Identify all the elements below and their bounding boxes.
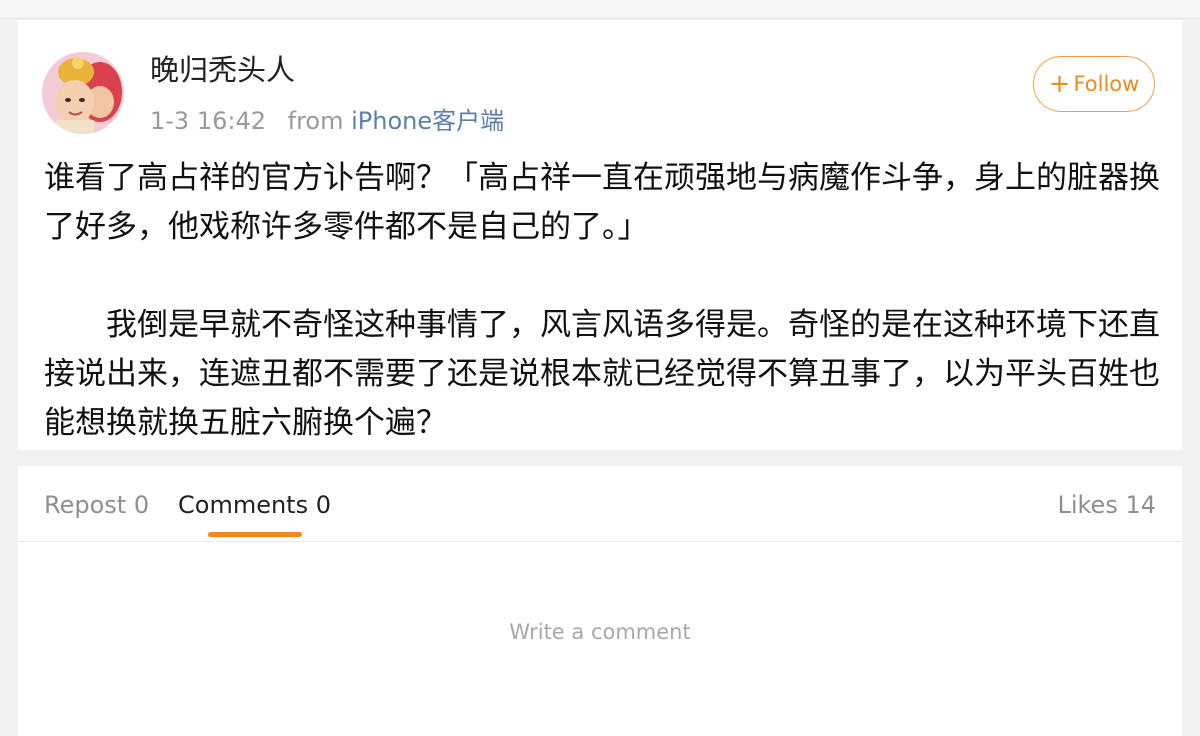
- plus-icon: +: [1048, 69, 1071, 99]
- tab-likes[interactable]: Likes 14: [1057, 488, 1156, 522]
- from-label: from: [287, 107, 344, 135]
- post-paragraph: 我倒是早就不奇怪这种事情了，风言风语多得是。奇怪的是在这种环境下还直接说出来，连…: [44, 307, 1160, 441]
- client-link[interactable]: iPhone客户端: [351, 107, 504, 135]
- follow-label: Follow: [1073, 72, 1140, 96]
- follow-button[interactable]: + Follow: [1033, 56, 1155, 112]
- comments-card: Repost 0 Comments 0 Likes 14 Write a com…: [18, 466, 1182, 736]
- post-card: 晚归秃头人 1-3 16:42 from iPhone客户端 + Follow …: [18, 20, 1182, 450]
- top-strip: [0, 0, 1200, 19]
- post-paragraph: 谁看了高占祥的官方讣告啊？「高占祥一直在顽强地与病魔作斗争，身上的脏器换了好多，…: [44, 160, 1160, 245]
- tab-divider: [18, 541, 1182, 542]
- tab-repost[interactable]: Repost 0: [44, 488, 149, 522]
- avatar-image: [42, 52, 124, 134]
- post-body: 谁看了高占祥的官方讣告啊？「高占祥一直在顽强地与病魔作斗争，身上的脏器换了好多，…: [44, 154, 1164, 448]
- username[interactable]: 晚归秃头人: [150, 50, 295, 90]
- tab-comments[interactable]: Comments 0: [178, 488, 331, 522]
- write-comment-input[interactable]: Write a comment: [18, 620, 1182, 644]
- post-time: 1-3 16:42: [150, 107, 266, 135]
- avatar[interactable]: [42, 52, 124, 134]
- post-meta: 1-3 16:42 from iPhone客户端: [150, 104, 504, 138]
- active-tab-indicator: [208, 532, 302, 537]
